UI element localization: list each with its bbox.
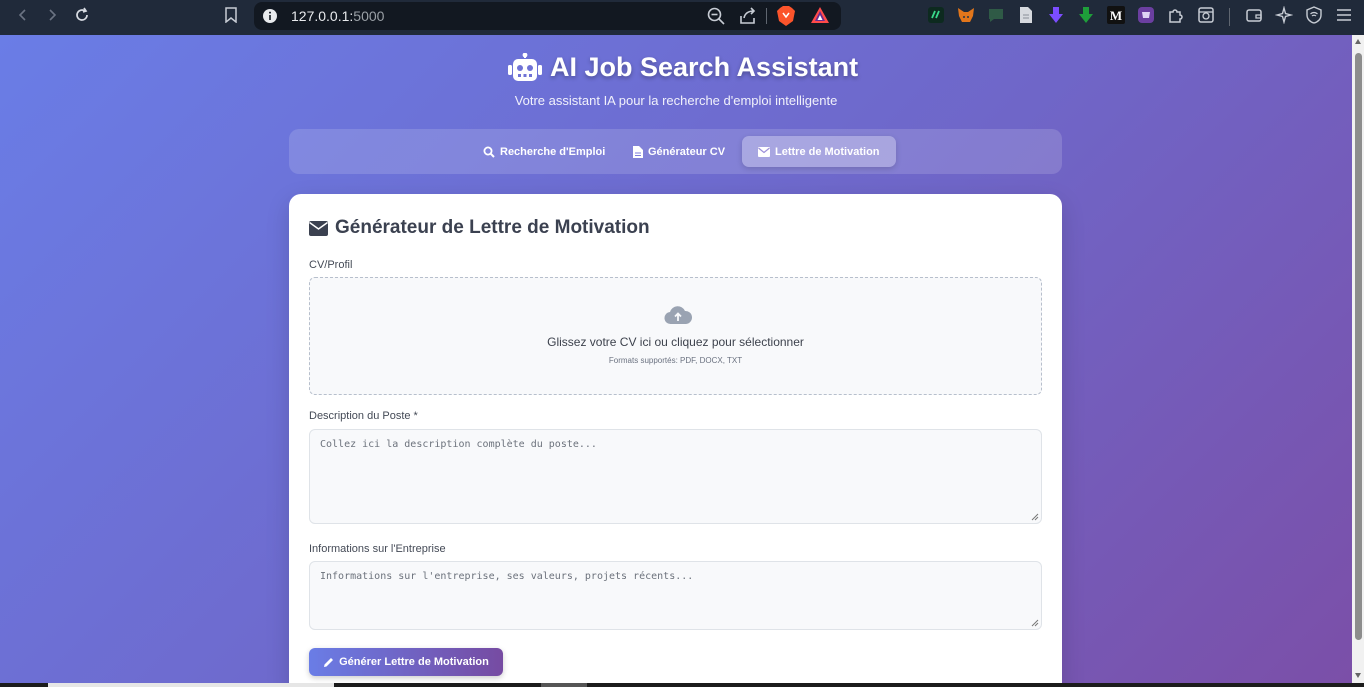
robot-icon <box>508 52 542 81</box>
scroll-up-icon[interactable] <box>1355 39 1361 44</box>
resize-handle-icon[interactable] <box>1031 619 1039 627</box>
scroll-down-icon[interactable] <box>1355 673 1361 678</box>
card-title: Générateur de Lettre de Motivation <box>309 217 650 239</box>
svg-text:M: M <box>1110 8 1122 23</box>
metamask-icon[interactable] <box>955 4 977 26</box>
search-icon <box>483 146 495 158</box>
info-icon[interactable] <box>262 8 278 24</box>
page-scrollbar[interactable] <box>1352 35 1364 683</box>
cover-letter-card: Générateur de Lettre de Motivation CV/Pr… <box>289 194 1062 683</box>
generate-letter-button[interactable]: Générer Lettre de Motivation <box>309 648 503 676</box>
card-title-text: Générateur de Lettre de Motivation <box>335 217 650 238</box>
bookmark-icon <box>225 7 237 23</box>
cloud-upload-icon <box>664 306 692 325</box>
leo-ai-icon[interactable] <box>1273 4 1295 26</box>
share-icon[interactable] <box>738 6 758 26</box>
divider <box>1229 8 1230 26</box>
reload-icon <box>76 7 88 21</box>
envelope-icon <box>309 220 328 236</box>
job-description-placeholder: Collez ici la description complète du po… <box>320 439 597 450</box>
generate-button-label: Générer Lettre de Motivation <box>339 656 489 668</box>
tab-job-search[interactable]: Recherche d'Emploi <box>467 136 621 167</box>
tab-cv-generator[interactable]: Générateur CV <box>617 136 741 167</box>
bookmark-button[interactable] <box>216 0 246 30</box>
company-info-label: Informations sur l'Entreprise <box>309 543 446 555</box>
tab-label: Lettre de Motivation <box>775 145 880 158</box>
tab-label: Générateur CV <box>648 145 726 158</box>
menu-icon[interactable] <box>1333 4 1355 26</box>
tab-label: Recherche d'Emploi <box>500 145 606 158</box>
brave-shields-icon[interactable] <box>776 5 796 27</box>
resize-handle-icon[interactable] <box>1031 513 1039 521</box>
scrollbar-thumb[interactable] <box>1355 53 1362 640</box>
tab-bar: Recherche d'Emploi Générateur CV Lettre … <box>289 129 1062 174</box>
back-button[interactable] <box>8 0 38 30</box>
envelope-icon <box>758 146 770 157</box>
taskbar-segment <box>541 683 587 687</box>
cv-label: CV/Profil <box>309 259 353 271</box>
url-port: 5000 <box>353 8 385 24</box>
puzzle-icon[interactable] <box>1165 4 1187 26</box>
zoom-out-icon[interactable] <box>706 6 726 26</box>
job-description-label: Description du Poste * <box>309 410 418 422</box>
pencil-icon <box>324 657 334 667</box>
dropzone-formats: Formats supportés: PDF, DOCX, TXT <box>608 356 743 365</box>
company-info-textarea[interactable]: Informations sur l'entreprise, ses valeu… <box>309 561 1042 630</box>
document-icon[interactable] <box>1015 4 1037 26</box>
browser-toolbar: 127.0.0.1:5000 M <box>0 0 1364 35</box>
cv-dropzone[interactable]: Glissez votre CV ici ou cliquez pour sél… <box>309 277 1042 395</box>
taskbar-strip <box>0 683 1364 687</box>
reader-mode-icon[interactable] <box>1195 4 1217 26</box>
download-green-icon[interactable] <box>1075 4 1097 26</box>
extension-1-icon[interactable] <box>925 4 947 26</box>
chat-icon[interactable] <box>985 4 1007 26</box>
wallet-icon[interactable] <box>1243 4 1265 26</box>
address-bar[interactable]: 127.0.0.1:5000 <box>254 2 841 30</box>
url-host: 127.0.0.1: <box>291 8 354 24</box>
brave-rewards-icon[interactable] <box>810 5 830 25</box>
download-purple-icon[interactable] <box>1045 4 1067 26</box>
taskbar-segment <box>48 683 334 687</box>
file-icon <box>633 145 643 158</box>
job-description-textarea[interactable]: Collez ici la description complète du po… <box>309 429 1042 524</box>
app-title-text: AI Job Search Assistant <box>550 52 859 82</box>
forward-button[interactable] <box>37 0 67 30</box>
app-title: AI Job Search Assistant <box>508 52 858 83</box>
reload-button[interactable] <box>67 0 97 30</box>
app-subtitle: Votre assistant IA pour la recherche d'e… <box>514 93 838 108</box>
extension-purple-icon[interactable] <box>1135 4 1157 26</box>
divider <box>766 8 767 24</box>
vpn-icon[interactable] <box>1303 4 1325 26</box>
dropzone-text: Glissez votre CV ici ou cliquez pour sél… <box>547 335 804 349</box>
chevron-left-icon <box>18 9 26 21</box>
medium-icon[interactable]: M <box>1105 4 1127 26</box>
page-content: AI Job Search Assistant Votre assistant … <box>0 35 1352 683</box>
tab-cover-letter[interactable]: Lettre de Motivation <box>742 136 896 167</box>
chevron-right-icon <box>49 9 57 21</box>
company-info-placeholder: Informations sur l'entreprise, ses valeu… <box>320 571 694 582</box>
url-text: 127.0.0.1:5000 <box>291 8 384 24</box>
